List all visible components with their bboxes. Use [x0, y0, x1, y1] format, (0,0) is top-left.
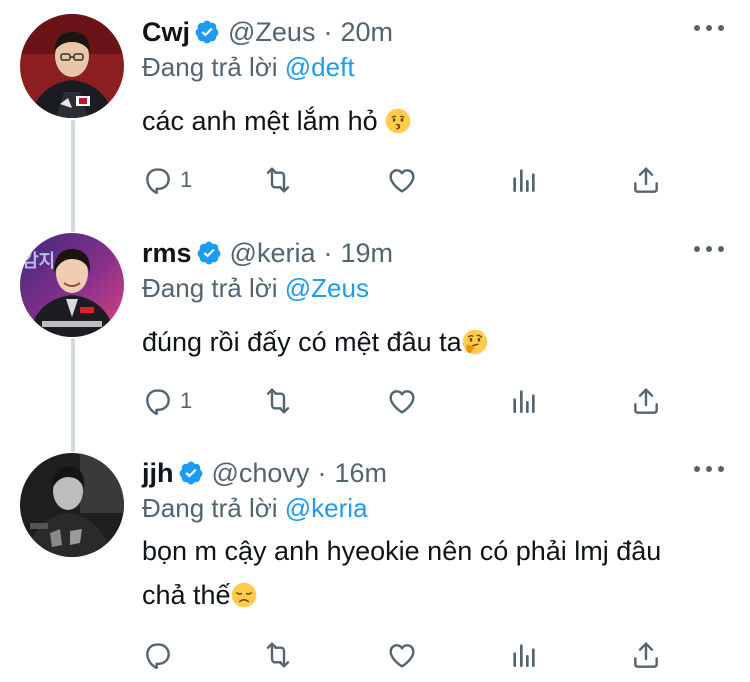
replying-to-label: Đang trả lời	[142, 493, 285, 523]
tweet-text-line: chả thế	[142, 573, 727, 617]
like-button[interactable]	[386, 160, 418, 200]
analytics-icon	[513, 390, 535, 413]
avatar[interactable]	[20, 453, 124, 557]
like-button[interactable]	[386, 635, 418, 675]
retweet-button[interactable]	[262, 160, 294, 200]
replying-to-label: Đang trả lời	[142, 273, 285, 303]
share-icon	[634, 388, 658, 414]
replying-to-label: Đang trả lời	[142, 52, 285, 82]
timestamp[interactable]: 20m	[340, 17, 393, 48]
share-button[interactable]	[630, 635, 662, 675]
avatar[interactable]	[20, 14, 124, 118]
zeus-avatar	[20, 14, 124, 118]
more-options-icon[interactable]	[694, 457, 724, 481]
reply-button[interactable]: 1	[142, 381, 192, 421]
separator-dot: ·	[317, 457, 327, 488]
keria-avatar: 감지	[20, 233, 124, 337]
tweet-text: đúng rồi đấy có mệt đâu ta	[142, 320, 727, 364]
chovy-avatar	[20, 453, 124, 557]
tweet[interactable]: Cwj @Zeus · 20m Đang trả lời @deft các a…	[0, 0, 750, 220]
share-icon	[634, 642, 658, 668]
kissing-face-emoji	[385, 108, 411, 134]
tweet-text: các anh mệt lắm hỏ	[142, 99, 727, 143]
more-options-icon[interactable]	[694, 237, 724, 261]
display-name[interactable]: Cwj	[142, 17, 190, 48]
tweet-header: rms @keria · 19m	[142, 235, 393, 271]
reply-count: 1	[180, 388, 193, 413]
mention-link[interactable]: @Zeus	[285, 273, 369, 303]
disappointed-face-emoji	[231, 582, 256, 608]
replying-to: Đang trả lời @deft	[142, 52, 355, 83]
user-handle[interactable]: @chovy	[212, 458, 310, 489]
tweet[interactable]: 감지 rms @keria · 19m Đang trả lời @Zeus đ…	[0, 221, 750, 441]
retweet-icon	[266, 642, 290, 668]
timestamp[interactable]: 16m	[334, 458, 387, 489]
tweet-text-line-2: chả thế	[142, 580, 231, 610]
more-options-icon[interactable]	[694, 16, 724, 40]
analytics-button[interactable]	[508, 160, 540, 200]
timestamp[interactable]: 19m	[340, 238, 393, 269]
tweet-text: bọn m cậy anh hyeokie nên có phải lmj đâ…	[142, 529, 727, 617]
retweet-icon	[266, 388, 290, 414]
reply-icon	[146, 643, 170, 670]
analytics-button[interactable]	[508, 635, 540, 675]
tweet-text-line: bọn m cậy anh hyeokie nên có phải lmj đâ…	[142, 536, 662, 566]
separator-dot: ·	[323, 16, 333, 47]
reply-button[interactable]	[142, 635, 180, 675]
verified-badge-icon	[195, 20, 219, 44]
verified-badge-icon	[179, 461, 202, 485]
replying-to: Đang trả lời @keria	[142, 493, 368, 524]
tweet-text-line: các anh mệt lắm hỏ	[142, 106, 386, 136]
analytics-icon	[513, 644, 535, 667]
tweet-actions: 1	[142, 160, 672, 200]
reply-count: 1	[180, 167, 193, 192]
share-icon	[634, 167, 658, 193]
mention-link[interactable]: @deft	[285, 52, 355, 82]
share-button[interactable]	[630, 160, 662, 200]
reply-icon	[146, 168, 170, 195]
tweet-actions	[142, 635, 672, 675]
analytics-icon	[513, 169, 535, 192]
separator-dot: ·	[323, 237, 333, 268]
verified-badge-icon	[197, 241, 220, 265]
thinking-face-emoji	[462, 329, 487, 355]
tweet-header: jjh @chovy · 16m	[142, 455, 387, 491]
heart-icon	[389, 390, 415, 414]
heart-icon	[389, 644, 415, 668]
svg-text:감지: 감지	[22, 251, 55, 272]
replying-to: Đang trả lời @Zeus	[142, 273, 369, 304]
analytics-button[interactable]	[508, 381, 540, 421]
tweet-actions: 1	[142, 381, 672, 421]
like-button[interactable]	[386, 381, 418, 421]
reply-icon	[146, 389, 170, 416]
retweet-button[interactable]	[262, 635, 294, 675]
user-handle[interactable]: @keria	[230, 238, 316, 269]
display-name[interactable]: jjh	[142, 458, 174, 489]
reply-button[interactable]: 1	[142, 160, 192, 200]
retweet-button[interactable]	[262, 381, 294, 421]
tweet-header: Cwj @Zeus · 20m	[142, 14, 393, 50]
retweet-icon	[266, 167, 290, 193]
avatar[interactable]: 감지	[20, 233, 124, 337]
user-handle[interactable]: @Zeus	[228, 17, 315, 48]
share-button[interactable]	[630, 381, 662, 421]
mention-link[interactable]: @keria	[285, 493, 368, 523]
tweet-text-line: đúng rồi đấy có mệt đâu ta	[142, 327, 462, 357]
heart-icon	[389, 169, 415, 193]
tweet[interactable]: jjh @chovy · 16m Đang trả lời @keria bọn…	[0, 441, 750, 682]
display-name[interactable]: rms	[142, 238, 192, 269]
